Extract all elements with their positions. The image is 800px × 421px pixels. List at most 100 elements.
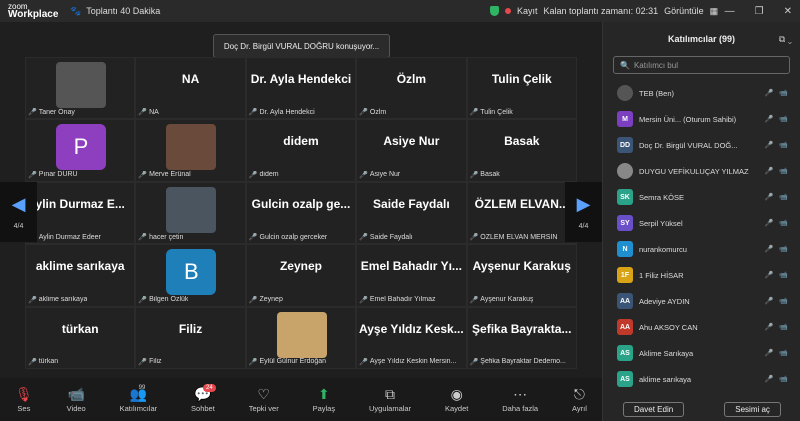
participant-row[interactable]: SK Semra KÖSE 🎤 📹 (603, 184, 800, 210)
muted-mic-icon[interactable]: 🎤 (765, 219, 774, 227)
muted-mic-icon[interactable]: 🎤 (765, 115, 774, 123)
title-bar: zoom Workplace 🐾 Toplantı 40 Dakika Kayıt … (0, 0, 800, 22)
shield-icon[interactable] (490, 6, 499, 16)
video-tile[interactable]: Saide Faydalı 🎤 Saide Faydalı (356, 181, 467, 245)
video-off-icon[interactable]: 📹 (779, 271, 788, 279)
video-off-icon[interactable]: 📹 (779, 323, 788, 331)
next-page-button[interactable]: ▶ 4/4 (565, 182, 602, 242)
video-off-icon[interactable]: 📹 (779, 167, 788, 175)
popout-icon[interactable]: ⧉ ⌄ (779, 34, 792, 45)
video-off-icon[interactable]: 📹 (779, 349, 788, 357)
participant-label: 🎤 türkan (28, 358, 58, 366)
leave-button[interactable]: ⎋ Ayrıl (572, 386, 587, 413)
muted-mic-icon[interactable]: 🎤 (765, 297, 774, 305)
muted-mic-icon[interactable]: 🎤 (765, 245, 774, 253)
participant-label: 🎤 didem (249, 171, 279, 179)
participant-row[interactable]: M Mersin Üni... (Oturum Sahibi) 🎤 📹 (603, 106, 800, 132)
participant-row[interactable]: AA Ahu AKSOY CAN 🎤 📹 (603, 314, 800, 340)
video-tile[interactable]: B 🎤 Bilgen Özlük (135, 244, 246, 307)
restore-icon[interactable]: ❐ (755, 6, 764, 17)
video-tile[interactable]: 🎤 Eylül Gülnur Erdoğan (245, 306, 357, 369)
muted-mic-icon[interactable]: 🎤 (765, 89, 774, 97)
video-button[interactable]: 📹 Video (67, 386, 86, 413)
video-off-icon[interactable]: 📹 (779, 297, 788, 305)
minimize-icon[interactable]: — (725, 6, 735, 17)
participant-row[interactable]: TEB (Ben) 🎤 📹 (603, 80, 800, 106)
participant-search-input[interactable]: 🔍 Katılımcı bul (613, 56, 790, 74)
video-off-icon[interactable]: 📹 (779, 89, 788, 97)
video-tile[interactable]: ylin Durmaz E... 🎤Aylin Durmaz Edeer (25, 181, 136, 245)
participant-avatar: SY (617, 215, 633, 231)
meeting-title[interactable]: 🐾 Toplantı 40 Dakika (70, 6, 160, 17)
muted-mic-icon[interactable]: 🎤 (765, 375, 774, 383)
muted-mic-icon[interactable]: 🎤 (765, 349, 774, 357)
recording-label[interactable]: Kayıt (517, 6, 538, 16)
more-button[interactable]: ⋯ Daha fazla (502, 386, 538, 413)
video-tile[interactable]: Zeynep 🎤 Zeynep (245, 244, 357, 307)
video-tile[interactable]: Asiye Nur 🎤 Asiye Nur (356, 119, 467, 182)
video-off-icon[interactable]: 📹 (779, 245, 788, 253)
video-tile[interactable]: 🎤 Taner Önay (25, 57, 136, 120)
video-tile[interactable]: 🎤 hacer çetin (135, 181, 246, 245)
video-off-icon[interactable]: 📹 (779, 219, 788, 227)
video-tile[interactable]: 🎤 Merve Erünal (135, 119, 246, 182)
video-tile[interactable]: Ayşe Yıldız Kesk... 🎤 Ayşe Yıldız Keskin M… (356, 306, 467, 369)
participant-row[interactable]: DUYGU VEFİKULUÇAY YILMAZ 🎤 📹 (603, 158, 800, 184)
video-tile[interactable]: Dr. Ayla Hendekci 🎤 Dr. Ayla Hendekci (245, 57, 357, 120)
chat-button[interactable]: 💬 24 Sohbet (191, 384, 216, 413)
video-tile[interactable]: Ayşenur Karakuş 🎤 Ayşenur Karakuş (466, 244, 577, 307)
record-button[interactable]: ◉ Kaydet (445, 386, 468, 413)
video-tile[interactable]: aklime sarıkaya 🎤 aklime sarıkaya (25, 244, 136, 307)
video-tile[interactable]: Basak 🎤 Basak (466, 119, 577, 182)
participant-row[interactable]: AS aklime sarıkaya 🎤 📹 (603, 366, 800, 392)
participant-avatar: AS (617, 345, 633, 361)
video-tile[interactable]: Gulcin ozalp ge... 🎤 Gulcin ozalp gerceker (245, 181, 357, 245)
participant-avatar: N (617, 241, 633, 257)
video-tile[interactable]: Özlm 🎤 Özlm (356, 57, 467, 120)
muted-mic-icon[interactable]: 🎤 (765, 193, 774, 201)
video-tile[interactable]: didem 🎤 didem (245, 119, 357, 182)
reactions-button[interactable]: ♡ Tepki ver (249, 386, 279, 413)
muted-mic-icon[interactable]: 🎤 (765, 141, 774, 149)
muted-mic-icon[interactable]: 🎤 (765, 167, 774, 175)
participant-row[interactable]: AS Aklime Sarıkaya 🎤 📹 (603, 340, 800, 366)
video-off-icon[interactable]: 📹 (779, 375, 788, 383)
video-tile[interactable]: P 🎤 Pınar DURU (25, 119, 136, 182)
participant-row[interactable]: SY Serpil Yüksel 🎤 📹 (603, 210, 800, 236)
video-off-icon[interactable]: 📹 (779, 115, 788, 123)
video-tile[interactable]: NA 🎤 NA (135, 57, 246, 120)
prev-page-button[interactable]: ◀ 4/4 (0, 182, 37, 242)
video-off-icon[interactable]: 📹 (779, 141, 788, 149)
participants-panel: Katılımcılar (99) ⧉ ⌄ 🔍 Katılımcı bul TEB… (602, 22, 800, 421)
close-icon[interactable]: ✕ (784, 6, 792, 17)
muted-mic-icon: 🎤 (28, 296, 37, 304)
participant-label-text: Ayşe Yıldız Keskin Mersin... (369, 358, 457, 366)
participant-row[interactable]: 1F 1 Filiz HİSAR 🎤 📹 (603, 262, 800, 288)
video-tile[interactable]: Emel Bahadır Yı... 🎤 Emel Bahadır Yılmaz (356, 244, 467, 307)
video-tile[interactable]: Filiz 🎤 Filiz (135, 306, 246, 369)
participant-avatar (617, 163, 633, 179)
participant-row[interactable]: DD Doç Dr. Birgül VURAL DOĞ... 🎤 📹 (603, 132, 800, 158)
apps-button[interactable]: ⧉ Uygulamalar (369, 386, 411, 413)
muted-mic-icon[interactable]: 🎤 (765, 271, 774, 279)
grid-icon[interactable]: ▦ (710, 6, 719, 17)
video-tile[interactable]: Tulin Çelik 🎤 Tulin Çelik (466, 57, 577, 120)
participant-label: 🎤 Dr. Ayla Hendekci (249, 108, 315, 117)
participant-row[interactable]: AA Adeviye AYDIN 🎤 📹 (603, 288, 800, 314)
invite-button[interactable]: Davet Edin (623, 402, 685, 417)
view-button[interactable]: Görüntüle (664, 6, 704, 16)
share-button[interactable]: ⬆ Paylaş (313, 386, 336, 413)
unmute-button[interactable]: Sesimi aç (724, 402, 781, 417)
participants-button[interactable]: 👥 99 Katılımcılar (120, 385, 158, 413)
participant-status-icons: 🎤 📹 (765, 167, 788, 175)
video-tile[interactable]: ÖZLEM ELVAN... 🎤 ÖZLEM ELVAN MERSİN (466, 181, 577, 245)
participant-row[interactable]: Nnurankomurcu 🎤 📹 (603, 236, 800, 262)
more-label: Daha fazla (502, 404, 539, 413)
video-tile[interactable]: türkan 🎤 türkan (25, 306, 136, 369)
muted-mic-icon[interactable]: 🎤 (765, 323, 774, 331)
mic-button[interactable]: 🎙 Ses (15, 386, 33, 413)
video-tile[interactable]: Şefika Bayrakta... 🎤 Şefika Bayraktar Dede… (466, 306, 577, 369)
video-off-icon[interactable]: 📹 (779, 193, 788, 201)
participant-label-text: Gulcin ozalp gerceker (259, 233, 328, 241)
more-icon: ⋯ (513, 386, 528, 402)
